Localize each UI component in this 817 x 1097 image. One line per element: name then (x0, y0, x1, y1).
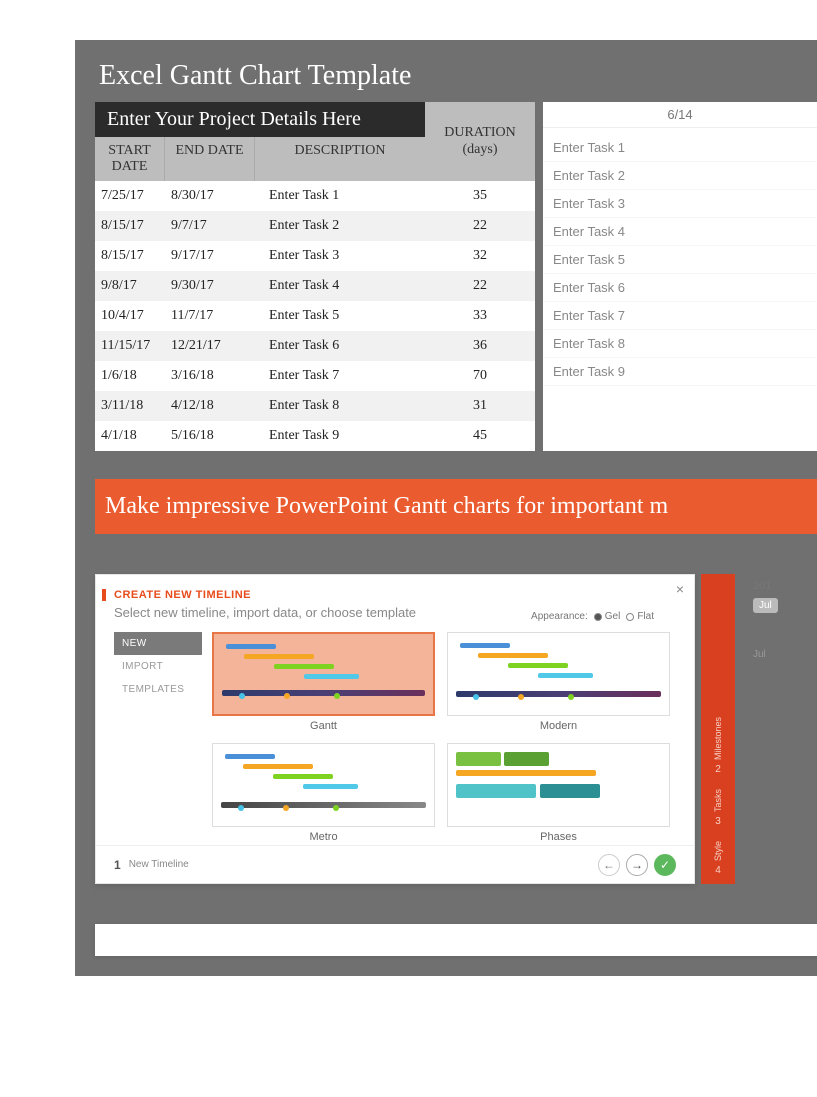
cell-desc: Enter Task 4 (255, 278, 425, 294)
tab-import[interactable]: IMPORT (114, 655, 202, 678)
cell-end: 5/16/18 (165, 428, 255, 444)
cell-end: 12/21/17 (165, 338, 255, 354)
task-table: Enter Your Project Details Here START DA… (95, 102, 535, 451)
table-row: 1/6/183/16/18Enter Task 770 (95, 361, 535, 391)
col-start: START DATE (95, 137, 165, 181)
close-icon[interactable]: × (676, 581, 684, 597)
ribbon-step-num: 2 (715, 764, 721, 775)
cell-desc: Enter Task 5 (255, 308, 425, 324)
table-row: 11/15/1712/21/17Enter Task 636 (95, 331, 535, 361)
cell-start: 11/15/17 (95, 338, 165, 354)
ribbon-step[interactable]: Milestones (713, 717, 723, 760)
cell-duration: 22 (425, 278, 535, 294)
prev-button[interactable]: ← (598, 854, 620, 876)
table-row: 9/8/179/30/17Enter Task 422 (95, 271, 535, 301)
table-row: 8/15/179/17/17Enter Task 332 (95, 241, 535, 271)
cell-duration: 35 (425, 188, 535, 204)
cell-end: 11/7/17 (165, 308, 255, 324)
cell-end: 3/16/18 (165, 368, 255, 384)
cell-desc: Enter Task 2 (255, 218, 425, 234)
table-row: 3/11/184/12/18Enter Task 831 (95, 391, 535, 421)
cell-desc: Enter Task 6 (255, 338, 425, 354)
appearance-selector: Appearance: Gel Flat (531, 611, 654, 622)
appearance-gel[interactable]: Gel (594, 611, 621, 622)
cell-duration: 33 (425, 308, 535, 324)
cell-end: 9/17/17 (165, 248, 255, 264)
page-title: Excel Gantt Chart Template (95, 60, 817, 92)
cell-start: 9/8/17 (95, 278, 165, 294)
chart-task-label: Enter Task 9 (543, 358, 817, 386)
ribbon-step-num: 4 (715, 865, 721, 876)
col-duration: DURATION (days) (425, 102, 535, 181)
col-desc: DESCRIPTION (255, 137, 425, 181)
tab-templates[interactable]: TEMPLATES (114, 678, 202, 701)
cell-start: 10/4/17 (95, 308, 165, 324)
cell-end: 4/12/18 (165, 398, 255, 414)
cell-start: 8/15/17 (95, 248, 165, 264)
table-header: START DATE END DATE DESCRIPTION (95, 137, 425, 181)
bottom-card (95, 924, 817, 956)
chart-task-label: Enter Task 3 (543, 190, 817, 218)
cell-duration: 31 (425, 398, 535, 414)
confirm-button[interactable]: ✓ (654, 854, 676, 876)
table-row: 8/15/179/7/17Enter Task 222 (95, 211, 535, 241)
cell-start: 1/6/18 (95, 368, 165, 384)
create-timeline-dialog: × CREATE NEW TIMELINE Select new timelin… (95, 574, 695, 884)
cell-end: 9/7/17 (165, 218, 255, 234)
project-banner: Enter Your Project Details Here (95, 102, 425, 137)
ribbon-step[interactable]: Tasks (713, 789, 723, 812)
cell-desc: Enter Task 8 (255, 398, 425, 414)
table-row: 7/25/178/30/17Enter Task 135 (95, 181, 535, 211)
chart-task-label: Enter Task 2 (543, 162, 817, 190)
cell-end: 8/30/17 (165, 188, 255, 204)
template-gantt[interactable]: Gantt (212, 632, 435, 735)
table-row: 10/4/1711/7/17Enter Task 533 (95, 301, 535, 331)
cell-start: 4/1/18 (95, 428, 165, 444)
chart-date-header: 6/14 (543, 102, 817, 128)
cell-start: 3/11/18 (95, 398, 165, 414)
col-end: END DATE (165, 137, 255, 181)
cell-duration: 45 (425, 428, 535, 444)
cell-duration: 70 (425, 368, 535, 384)
dialog-tabs: NEW IMPORT TEMPLATES (114, 632, 202, 845)
dialog-heading: CREATE NEW TIMELINE (102, 589, 676, 601)
timeline-axis-preview: 201 Jul Jul (753, 574, 778, 884)
cell-start: 7/25/17 (95, 188, 165, 204)
cell-desc: Enter Task 1 (255, 188, 425, 204)
appearance-flat[interactable]: Flat (626, 611, 654, 622)
cell-duration: 32 (425, 248, 535, 264)
wizard-steps-ribbon: Milestones 2 Tasks 3 Style 4 (701, 574, 735, 884)
chart-task-label: Enter Task 8 (543, 330, 817, 358)
template-phases[interactable]: Phases (447, 743, 670, 846)
cell-start: 8/15/17 (95, 218, 165, 234)
template-metro[interactable]: Metro (212, 743, 435, 846)
chart-task-label: Enter Task 7 (543, 302, 817, 330)
ribbon-step[interactable]: Style (713, 841, 723, 861)
chart-task-label: Enter Task 4 (543, 218, 817, 246)
cell-end: 9/30/17 (165, 278, 255, 294)
cell-desc: Enter Task 3 (255, 248, 425, 264)
chart-task-label: Enter Task 5 (543, 246, 817, 274)
chart-task-label: Enter Task 6 (543, 274, 817, 302)
table-row: 4/1/185/16/18Enter Task 945 (95, 421, 535, 451)
wizard-step: 1 New Timeline (114, 858, 189, 872)
chart-task-label: Enter Task 1 (543, 134, 817, 162)
next-button[interactable]: → (626, 854, 648, 876)
excel-gantt-panel: Excel Gantt Chart Template Enter Your Pr… (75, 40, 817, 976)
cell-duration: 36 (425, 338, 535, 354)
cell-desc: Enter Task 9 (255, 428, 425, 444)
promo-banner: Make impressive PowerPoint Gantt charts … (95, 479, 817, 534)
cell-desc: Enter Task 7 (255, 368, 425, 384)
cell-duration: 22 (425, 218, 535, 234)
tab-new[interactable]: NEW (114, 632, 202, 655)
template-modern[interactable]: Modern (447, 632, 670, 735)
ribbon-step-num: 3 (715, 816, 721, 827)
gantt-chart-preview: 6/14 Enter Task 1Enter Task 2Enter Task … (543, 102, 817, 451)
